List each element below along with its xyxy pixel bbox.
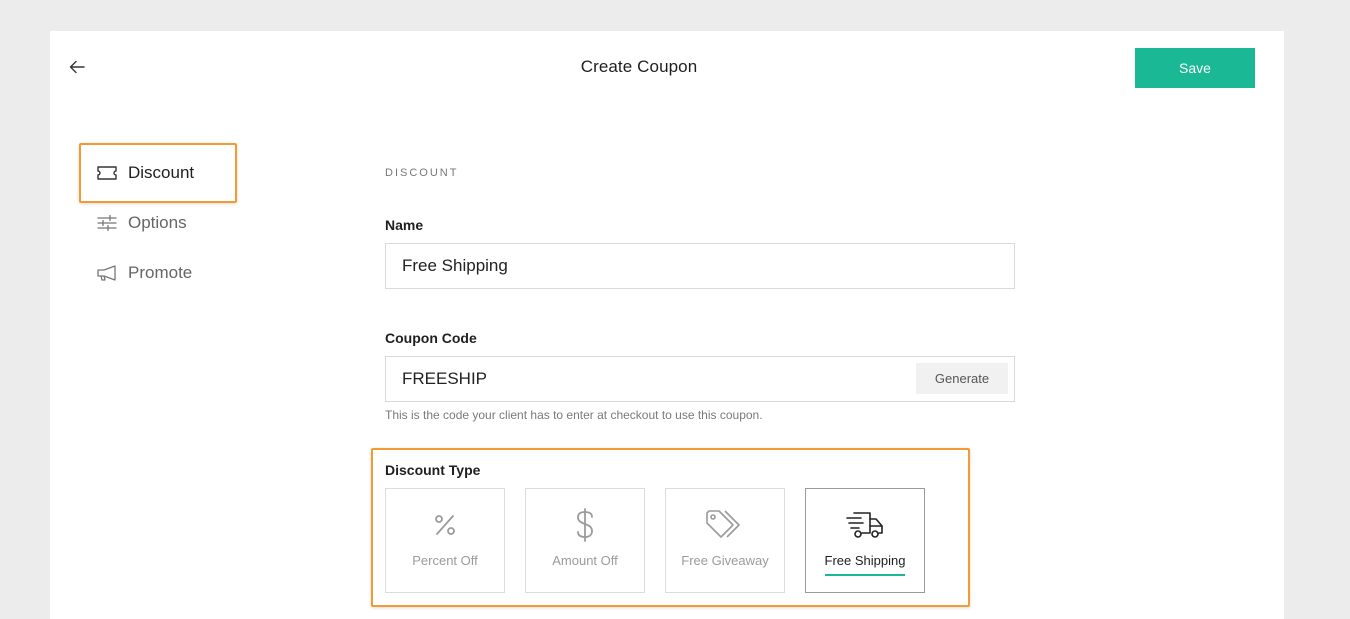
- percent-icon: [435, 515, 455, 535]
- discount-type-free-shipping[interactable]: Free Shipping: [805, 488, 925, 593]
- megaphone-icon: [96, 264, 118, 282]
- page-title: Create Coupon: [580, 57, 698, 76]
- ticket-icon: [96, 164, 118, 182]
- discount-type-percent-off[interactable]: Percent Off: [385, 488, 505, 593]
- dollar-icon: [577, 508, 593, 542]
- coupon-code-label: Coupon Code: [385, 330, 477, 346]
- sidebar-item-options[interactable]: Options: [96, 211, 187, 235]
- section-label: DISCOUNT: [385, 167, 459, 179]
- discount-type-label: Discount Type: [385, 462, 481, 478]
- tags-icon: [706, 510, 740, 538]
- name-label: Name: [385, 217, 424, 233]
- sidebar-item-label: Promote: [128, 263, 193, 282]
- delivery-truck-icon: [846, 512, 883, 538]
- discount-type-label-text: Amount Off: [552, 553, 618, 568]
- save-button[interactable]: Save: [1135, 48, 1255, 88]
- sidebar-item-promote[interactable]: Promote: [96, 261, 192, 285]
- sidebar-item-label: Options: [128, 213, 187, 232]
- sidebar-item-label: Discount: [128, 163, 195, 182]
- discount-type-label-text: Free Giveaway: [681, 553, 769, 568]
- coupon-code-help: This is the code your client has to ente…: [385, 408, 763, 422]
- sidebar-item-discount[interactable]: Discount: [96, 161, 194, 185]
- discount-type-amount-off[interactable]: Amount Off: [525, 488, 645, 593]
- selected-indicator: [825, 574, 905, 576]
- generate-button[interactable]: Generate: [916, 363, 1008, 394]
- discount-type-label-text: Percent Off: [412, 553, 478, 568]
- name-input[interactable]: [385, 243, 1015, 289]
- sliders-icon: [96, 214, 118, 232]
- discount-type-free-giveaway[interactable]: Free Giveaway: [665, 488, 785, 593]
- discount-type-label-text: Free Shipping: [824, 553, 906, 568]
